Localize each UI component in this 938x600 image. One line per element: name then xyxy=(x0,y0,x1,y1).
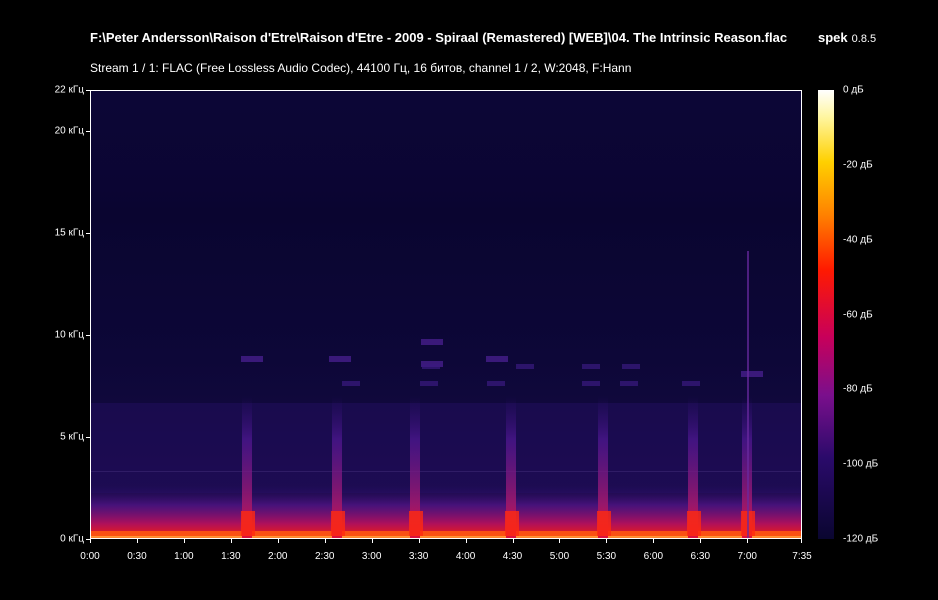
y-tick-label: 0 кГц xyxy=(60,533,84,545)
x-tick-label: 4:00 xyxy=(455,551,476,562)
x-tick-label: 4:30 xyxy=(502,551,523,562)
x-tick-label: 0:00 xyxy=(80,551,100,562)
y-tick-label: 15 кГц xyxy=(54,227,84,239)
x-tick-label: 1:30 xyxy=(221,551,241,562)
x-tick-label: 6:30 xyxy=(690,551,711,562)
app-name-label: spek xyxy=(818,30,848,45)
y-tick-mark xyxy=(86,335,90,336)
x-tick-label: 1:00 xyxy=(174,551,194,562)
x-tick-label: 2:00 xyxy=(268,551,288,562)
overtone-cluster xyxy=(487,381,505,386)
overtone-cluster xyxy=(582,381,600,386)
scale-tick-label: -60 дБ xyxy=(843,309,873,320)
x-tick-mark xyxy=(278,539,279,543)
x-tick-mark xyxy=(559,539,560,543)
scale-tick-label: -20 дБ xyxy=(843,159,873,171)
spectrogram-image xyxy=(91,91,801,538)
overtone-cluster xyxy=(620,381,638,386)
overtone-cluster xyxy=(329,356,351,362)
scale-tick-label: -120 дБ xyxy=(843,533,879,545)
overtone-cluster xyxy=(241,356,263,362)
y-tick-label: 10 кГц xyxy=(54,329,84,341)
y-tick-mark xyxy=(86,90,90,91)
app-version: 0.8.5 xyxy=(851,33,877,45)
beat-burst-core xyxy=(409,511,423,536)
scale-tick-label: -80 дБ xyxy=(843,383,873,395)
x-tick-mark xyxy=(801,539,802,543)
overtone-cluster xyxy=(422,364,440,369)
app-name: spek 0.8.5 xyxy=(818,30,876,45)
overtone-cluster xyxy=(741,371,763,377)
overtone-cluster xyxy=(516,364,534,369)
transient-spike xyxy=(747,251,749,538)
overtone-cluster xyxy=(682,381,700,386)
x-tick-mark xyxy=(372,539,373,543)
x-tick-label: 6:00 xyxy=(643,551,664,562)
x-tick-mark xyxy=(325,539,326,543)
y-tick-label: 22 кГц xyxy=(54,84,84,96)
y-tick-mark xyxy=(86,233,90,234)
beat-burst-core xyxy=(505,511,519,536)
beat-burst-core xyxy=(241,511,255,536)
scale-tick-label: -40 дБ xyxy=(843,234,873,246)
x-tick-mark xyxy=(90,539,91,543)
y-tick-label: 20 кГц xyxy=(54,125,84,137)
x-tick-mark xyxy=(700,539,701,543)
y-tick-mark xyxy=(86,131,90,132)
beat-burst-core xyxy=(597,511,611,536)
overtone-cluster xyxy=(582,364,600,369)
x-tick-mark xyxy=(184,539,185,543)
overtone-cluster xyxy=(420,381,438,386)
x-tick-label: 7:35 xyxy=(792,551,812,562)
x-tick-mark xyxy=(513,539,514,543)
overtone-cluster xyxy=(486,356,508,362)
file-title: F:\Peter Andersson\Raison d'Etre\Raison … xyxy=(90,30,788,45)
overtone-cluster xyxy=(342,381,360,386)
x-tick-label: 5:30 xyxy=(596,551,617,562)
x-tick-mark xyxy=(606,539,607,543)
x-tick-label: 3:30 xyxy=(408,551,429,562)
x-tick-label: 7:00 xyxy=(737,551,757,562)
x-tick-mark xyxy=(231,539,232,543)
y-tick-mark xyxy=(86,437,90,438)
x-tick-label: 0:30 xyxy=(127,551,147,562)
scale-tick-label: -100 дБ xyxy=(843,458,879,470)
overtone-cluster xyxy=(421,339,443,345)
y-tick-label: 5 кГц xyxy=(60,431,84,443)
stream-info: Stream 1 / 1: FLAC (Free Lossless Audio … xyxy=(90,61,632,75)
x-tick-label: 3:00 xyxy=(361,551,382,562)
beat-burst-core xyxy=(687,511,701,536)
beat-burst-core xyxy=(331,511,345,536)
scale-tick-label: 0 дБ xyxy=(843,84,864,96)
x-tick-mark xyxy=(419,539,420,543)
x-tick-mark xyxy=(653,539,654,543)
x-tick-mark xyxy=(747,539,748,543)
overtone-cluster xyxy=(622,364,640,369)
x-tick-label: 2:30 xyxy=(314,551,335,562)
x-tick-mark xyxy=(137,539,138,543)
color-scale-bar xyxy=(818,90,834,539)
spectrogram-plot xyxy=(90,90,802,539)
x-tick-label: 5:00 xyxy=(549,551,570,562)
x-tick-mark xyxy=(466,539,467,543)
